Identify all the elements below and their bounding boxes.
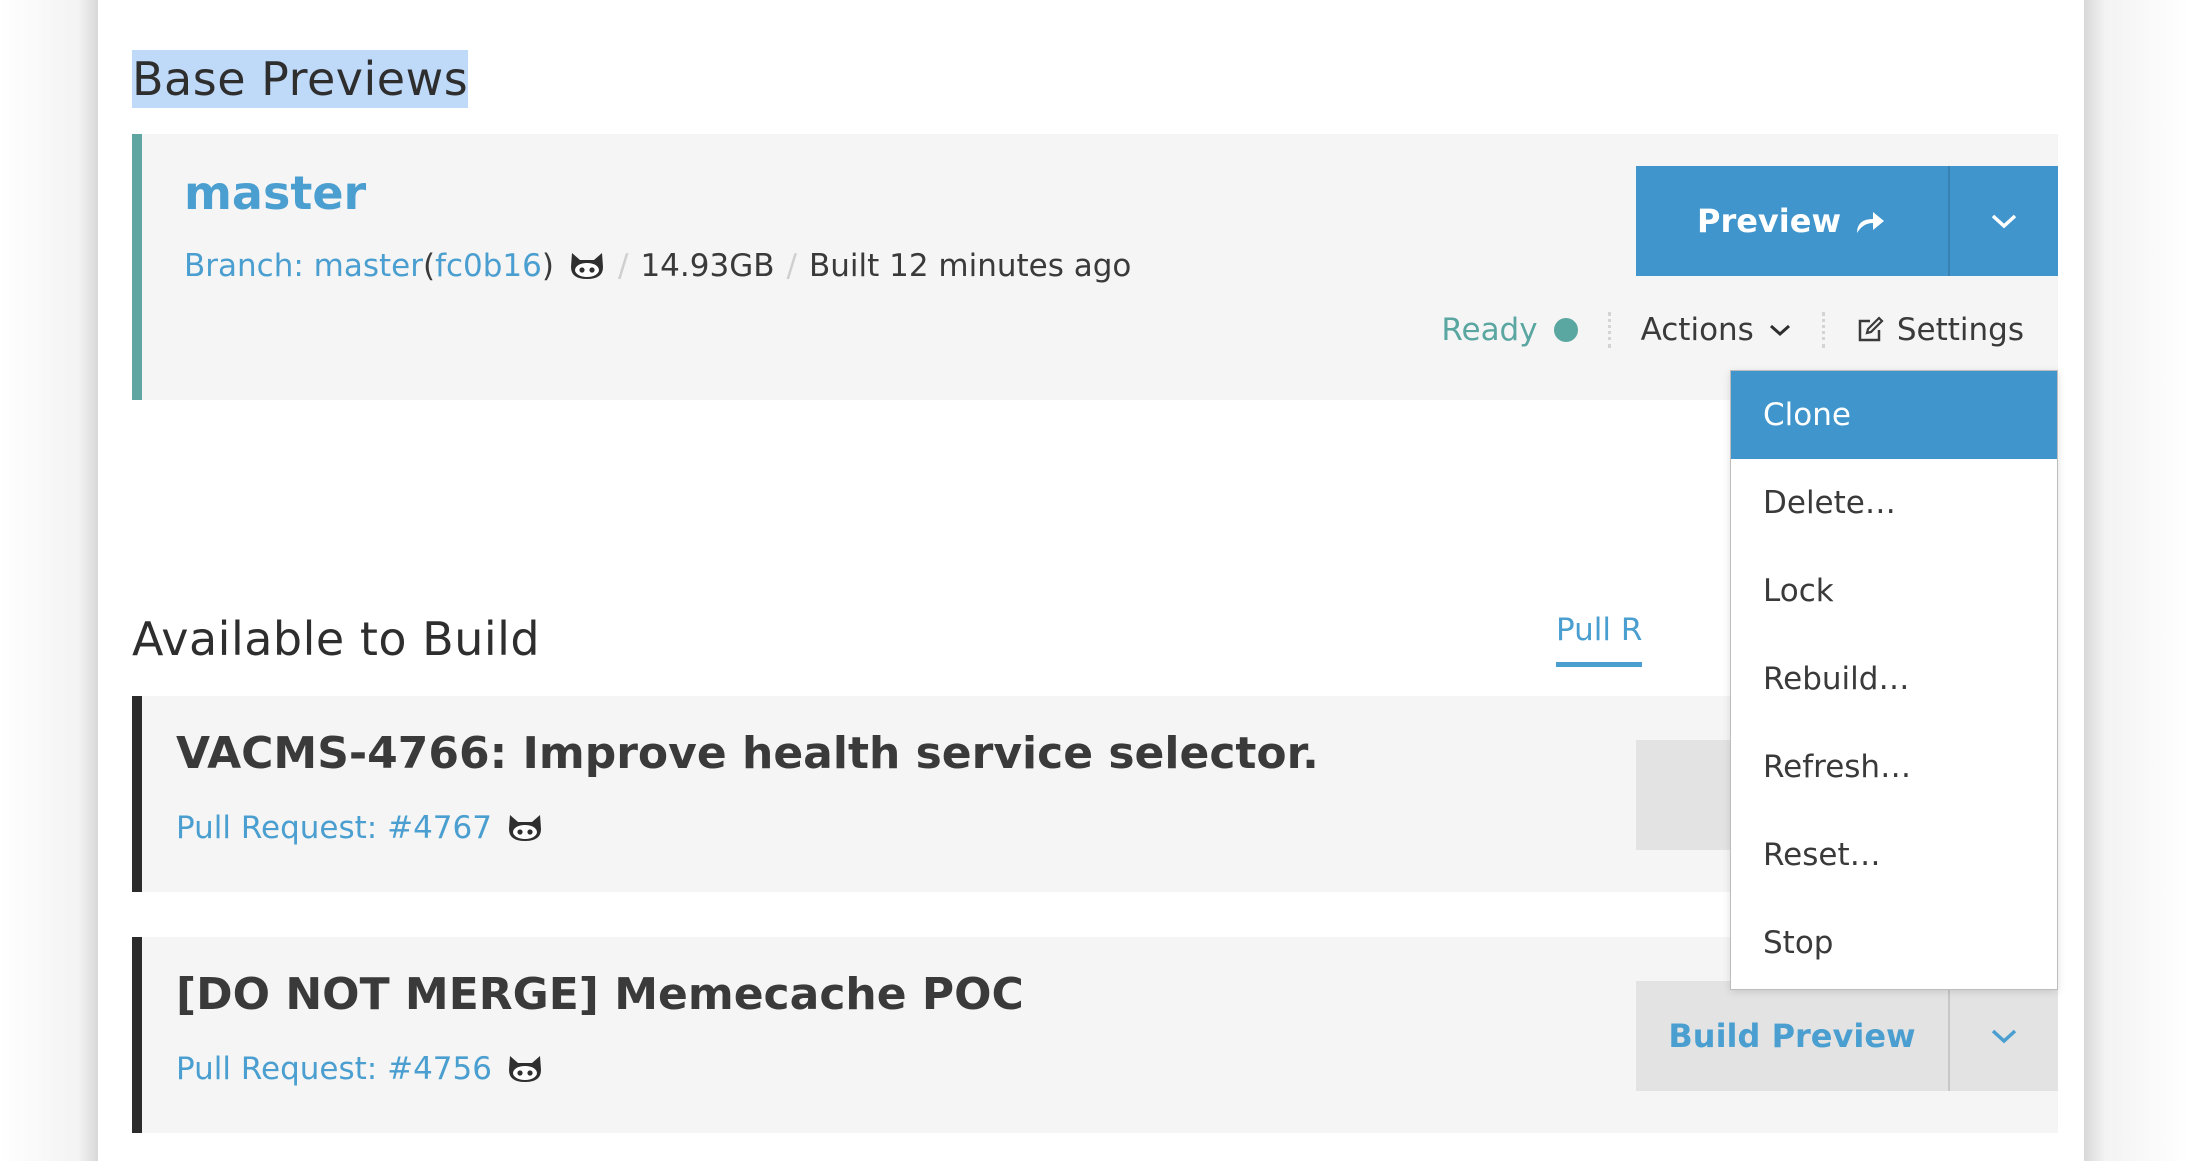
build-preview-label: Build Preview <box>1668 1017 1916 1055</box>
github-cat-icon[interactable] <box>568 251 606 281</box>
menu-item-clone[interactable]: Clone <box>1731 371 2057 459</box>
build-preview-button[interactable]: Build Preview <box>1636 981 1948 1091</box>
menu-item-rebuild[interactable]: Rebuild… <box>1731 635 2057 723</box>
preview-status-row: Ready Actions Settings <box>1441 312 2024 348</box>
base-preview-card: master Branch: master ( fc0b16 ) / 14.93… <box>132 134 2058 400</box>
github-cat-icon[interactable] <box>506 813 544 843</box>
divider <box>1607 312 1611 348</box>
base-previews-heading: Base Previews <box>132 50 469 108</box>
status-dot-icon <box>1553 318 1578 342</box>
preview-options-toggle[interactable] <box>1948 166 2058 276</box>
github-cat-icon[interactable] <box>506 1054 544 1084</box>
actions-dropdown-toggle[interactable]: Actions <box>1641 312 1792 348</box>
pull-request-info: Pull Request: #4767 <box>176 810 544 846</box>
preview-button-group: Preview <box>1636 166 2058 276</box>
preview-name-link[interactable]: master <box>184 166 366 220</box>
pull-request-title: VACMS-4766: Improve health service selec… <box>176 728 1319 779</box>
divider <box>1821 312 1825 348</box>
actions-label: Actions <box>1640 312 1754 348</box>
status-label: Ready <box>1441 312 1538 348</box>
chevron-down-icon <box>1991 214 2017 229</box>
meta-separator: / <box>786 248 797 284</box>
edit-icon <box>1858 316 1884 342</box>
build-options-toggle[interactable] <box>1948 981 2058 1091</box>
chevron-down-icon <box>1769 324 1790 337</box>
preview-button-label: Preview <box>1696 202 1842 240</box>
pull-request-info: Pull Request: #4756 <box>176 1051 544 1087</box>
menu-item-delete[interactable]: Delete… <box>1731 459 2057 547</box>
preview-button[interactable]: Preview <box>1636 166 1948 276</box>
window-edge-left <box>0 0 98 1161</box>
menu-item-lock[interactable]: Lock <box>1731 547 2057 635</box>
chevron-down-icon <box>1991 1029 2017 1044</box>
available-to-build-heading: Available to Build <box>132 612 541 666</box>
status-indicator: Ready <box>1441 312 1578 348</box>
branch-link[interactable]: Branch: master <box>184 248 423 284</box>
menu-item-stop[interactable]: Stop <box>1731 899 2057 987</box>
pull-request-link[interactable]: Pull Request: #4756 <box>176 1051 492 1087</box>
share-arrow-icon <box>1857 212 1885 233</box>
meta-separator: / <box>618 248 629 284</box>
window-edge-right <box>2084 0 2190 1161</box>
menu-item-refresh[interactable]: Refresh… <box>1731 723 2057 811</box>
settings-label: Settings <box>1896 312 2024 348</box>
paren-open: ( <box>422 248 436 284</box>
preview-meta: Branch: master ( fc0b16 ) / 14.93GB / Bu… <box>184 248 1131 284</box>
commit-link[interactable]: fc0b16 <box>435 248 542 284</box>
main-panel: Base Previews master Branch: master ( fc… <box>98 0 2084 1161</box>
preview-size: 14.93GB <box>640 248 775 284</box>
menu-item-reset[interactable]: Reset… <box>1731 811 2057 899</box>
pull-request-link[interactable]: Pull Request: #4767 <box>176 810 492 846</box>
settings-link[interactable]: Settings <box>1855 312 2024 348</box>
build-preview-button-group: Build Preview <box>1636 981 2058 1091</box>
paren-close: ) <box>541 248 554 284</box>
actions-menu: Clone Delete… Lock Rebuild… Refresh… Res… <box>1730 370 2058 990</box>
build-time: Built 12 minutes ago <box>808 248 1132 284</box>
pull-request-title: [DO NOT MERGE] Memecache POC <box>176 969 1024 1020</box>
tab-pull-requests[interactable]: Pull R <box>1556 612 1643 667</box>
